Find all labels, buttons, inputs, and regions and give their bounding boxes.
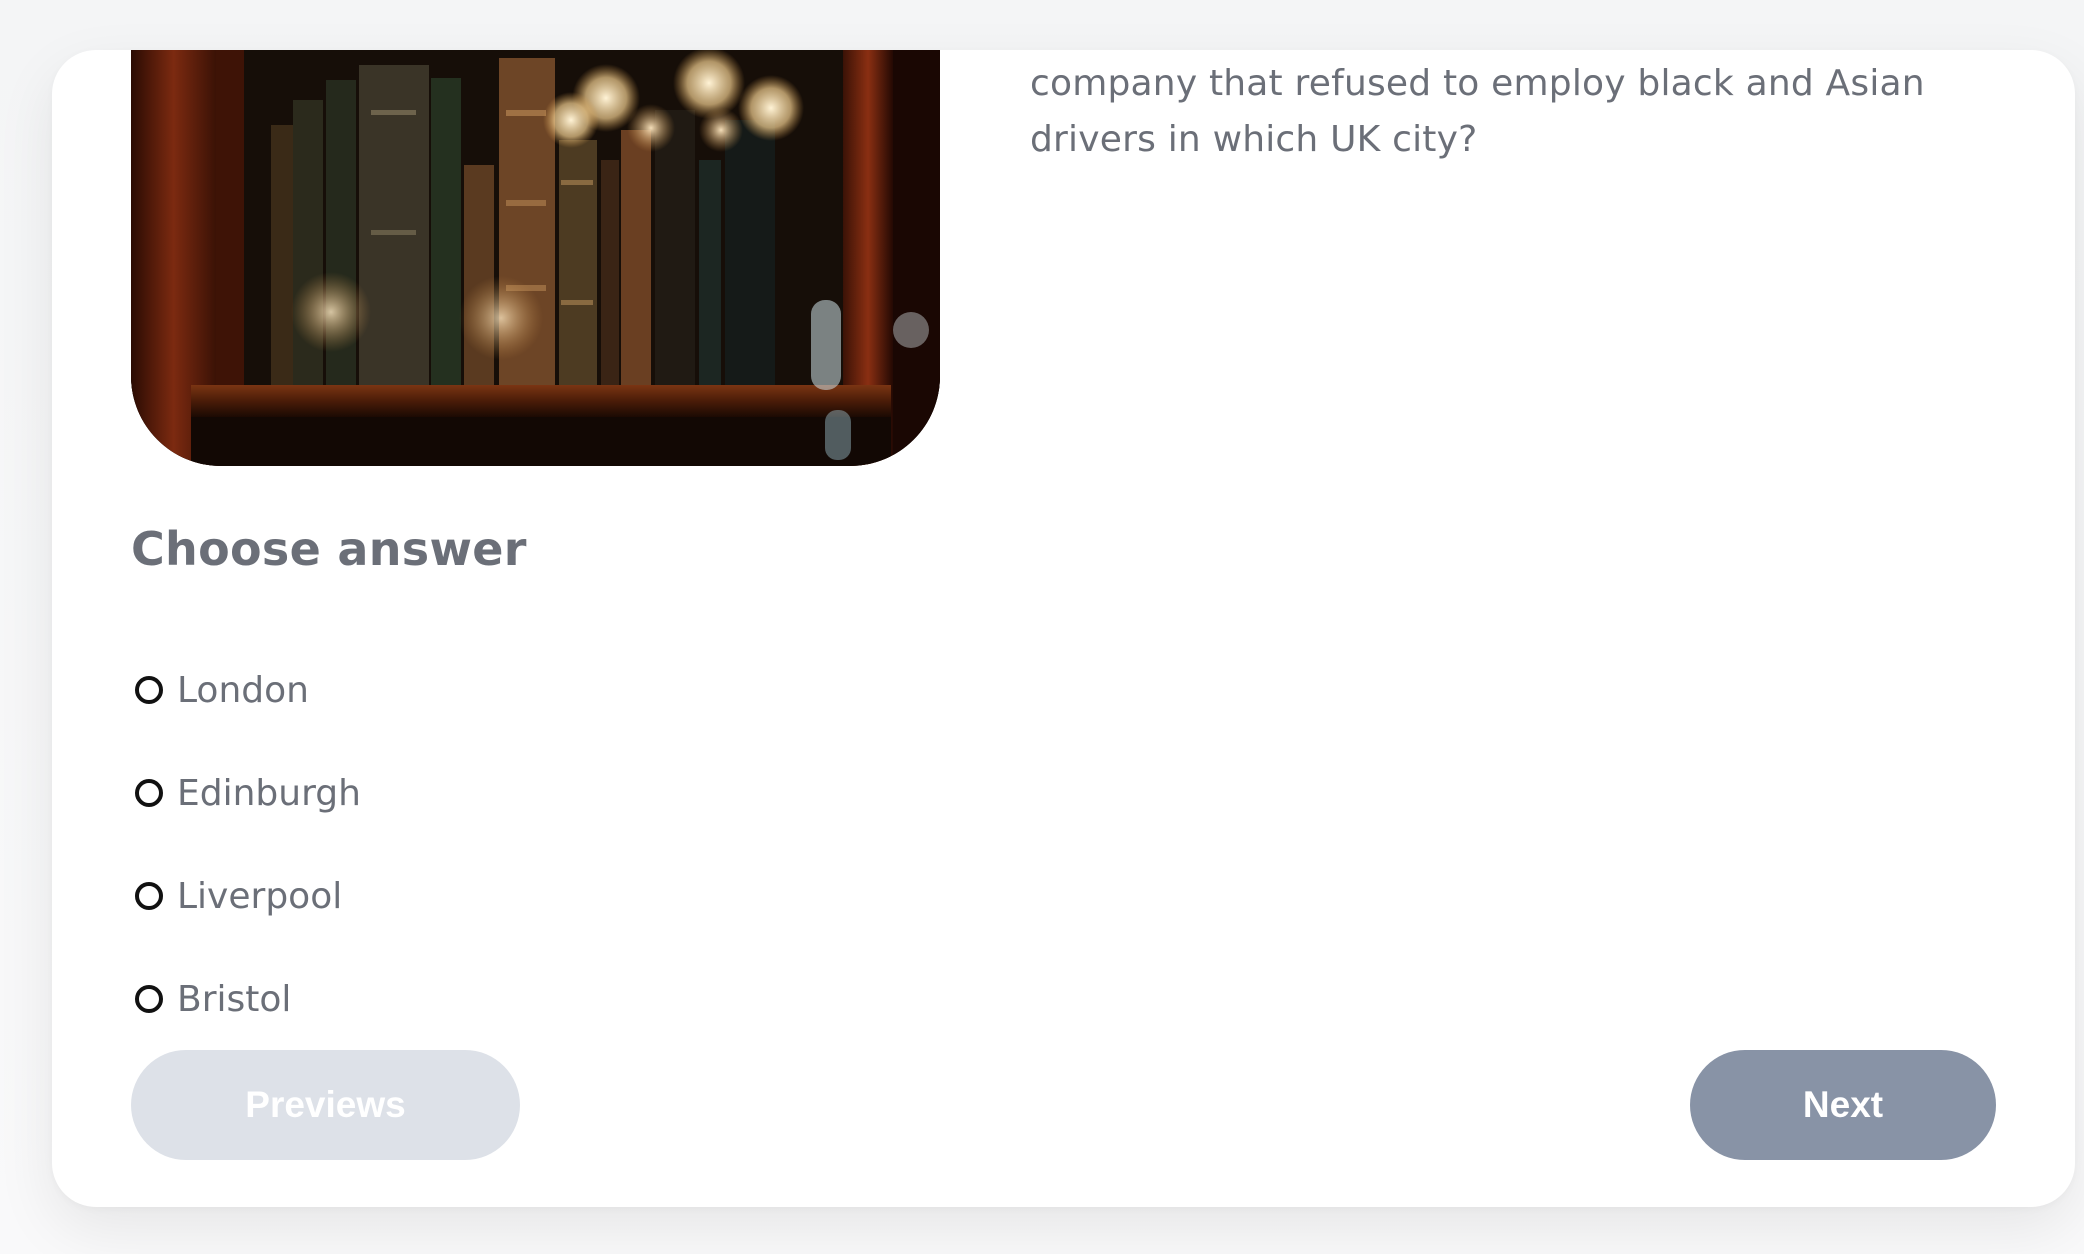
radio-icon[interactable] (135, 985, 163, 1013)
answer-label: Bristol (177, 978, 292, 1020)
radio-icon[interactable] (135, 882, 163, 910)
answer-option-london[interactable]: London (131, 662, 309, 718)
answer-label: London (177, 669, 309, 711)
choose-answer-heading: Choose answer (131, 522, 527, 576)
answer-option-liverpool[interactable]: Liverpool (131, 868, 342, 924)
bookshelf-image (131, 50, 940, 466)
question-card: company that refused to employ black and… (52, 50, 2075, 1207)
radio-icon[interactable] (135, 676, 163, 704)
previous-button[interactable]: Previews (131, 1050, 520, 1160)
next-button[interactable]: Next (1690, 1050, 1996, 1160)
question-image (131, 50, 940, 466)
answer-option-edinburgh[interactable]: Edinburgh (131, 765, 361, 821)
radio-icon[interactable] (135, 779, 163, 807)
answer-label: Edinburgh (177, 772, 361, 814)
quiz-page: company that refused to employ black and… (0, 0, 2084, 1254)
answer-label: Liverpool (177, 875, 343, 917)
answer-option-bristol[interactable]: Bristol (131, 971, 291, 1027)
question-text: company that refused to employ black and… (1030, 63, 1925, 160)
